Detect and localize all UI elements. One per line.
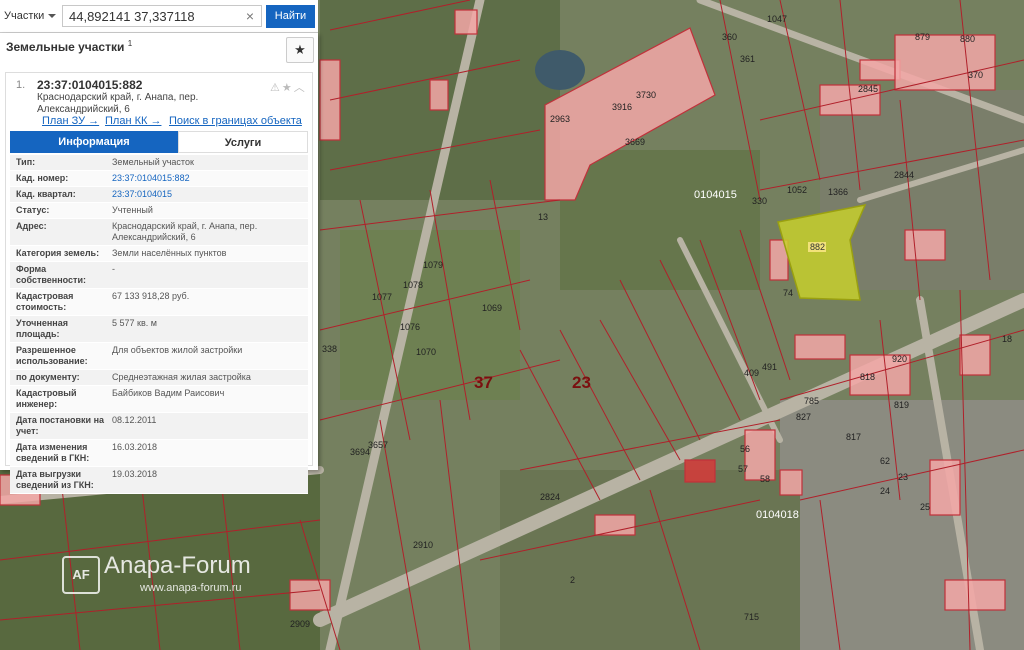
parcel-label: 2824 bbox=[540, 492, 560, 502]
watermark-title: Anapa-Forum bbox=[104, 552, 251, 579]
parcel-label: 2909 bbox=[290, 619, 310, 629]
attribute-table: Тип: Земельный участок Кад. номер: 23:37:0… bbox=[10, 155, 308, 494]
parcel-label: 1047 bbox=[767, 14, 787, 24]
parcel-label: 1077 bbox=[372, 292, 392, 302]
attribute-row: Дата изменения сведений в ГКН:16.03.2018 bbox=[10, 440, 308, 467]
result-card: 1. 23:37:0104015:882 Краснодарский край,… bbox=[5, 72, 313, 494]
attribute-row: Разрешенное использование:Для объектов ж… bbox=[10, 343, 308, 370]
parcel-label: 3669 bbox=[625, 137, 645, 147]
attribute-row: Тип: Земельный участок bbox=[10, 155, 308, 171]
find-button[interactable]: Найти bbox=[266, 5, 315, 28]
parcel-label: 2 bbox=[570, 575, 575, 585]
tab-information[interactable]: Информация bbox=[10, 131, 178, 153]
card-action-icons[interactable]: ⚠★︿ bbox=[270, 79, 307, 95]
attribute-row: Уточненная площадь:5 577 кв. м bbox=[10, 316, 308, 343]
parcel-label: 25 bbox=[920, 502, 930, 512]
parcel-label: 1079 bbox=[423, 260, 443, 270]
star-icon: ★ bbox=[294, 42, 306, 57]
parcel-label: 74 bbox=[783, 288, 793, 298]
parcel-label: 2963 bbox=[550, 114, 570, 124]
search-input[interactable] bbox=[62, 5, 262, 27]
cadastral-quarter-link[interactable]: 23:37:0104015 bbox=[112, 187, 297, 202]
parcel-label: 827 bbox=[796, 412, 811, 422]
parcel-label: 2910 bbox=[413, 540, 433, 550]
watermark-url: www.anapa-forum.ru bbox=[140, 582, 242, 594]
result-index: 1. bbox=[16, 79, 26, 91]
parcel-label: 409 bbox=[744, 368, 759, 378]
parcel-label: 817 bbox=[846, 432, 861, 442]
parcel-label: 920 bbox=[892, 354, 907, 364]
parcel-label: 3916 bbox=[612, 102, 632, 112]
parcel-label: 1076 bbox=[400, 322, 420, 332]
parcel-label: 13 bbox=[538, 212, 548, 222]
search-type-dropdown[interactable]: Участки bbox=[4, 5, 60, 27]
result-count: 1 bbox=[127, 39, 133, 48]
parcel-label: 361 bbox=[740, 54, 755, 64]
attribute-row: по документу: Среднеэтажная жилая застрой… bbox=[10, 370, 308, 386]
cadastral-number-link[interactable]: 23:37:0104015:882 bbox=[112, 171, 297, 186]
clear-icon[interactable]: × bbox=[242, 8, 258, 24]
parcel-label: 58 bbox=[760, 474, 770, 484]
parcel-label: 1070 bbox=[416, 347, 436, 357]
parcel-label: 360 bbox=[722, 32, 737, 42]
parcel-label: 818 bbox=[860, 372, 875, 382]
parcel-label: 491 bbox=[762, 362, 777, 372]
panel-title: Земельные участки 1 bbox=[6, 39, 133, 54]
parcel-label: 819 bbox=[894, 400, 909, 410]
attribute-row: Категория земель: Земли населённых пункто… bbox=[10, 246, 308, 262]
favorites-star-button[interactable]: ★ bbox=[286, 37, 314, 63]
quarter-label: 0104018 bbox=[756, 509, 799, 521]
parcel-label: 56 bbox=[740, 444, 750, 454]
watermark-logo: AF bbox=[62, 556, 100, 594]
parcel-label: 330 bbox=[752, 196, 767, 206]
search-type-label: Участки bbox=[4, 10, 45, 22]
district-label: 37 bbox=[474, 373, 493, 392]
attribute-row: Статус: Учтенный bbox=[10, 203, 308, 219]
parcel-label: 23 bbox=[898, 472, 908, 482]
parcel-label: 880 bbox=[960, 34, 975, 44]
attribute-row: Дата выгрузки сведений из ГКН:19.03.2018 bbox=[10, 467, 308, 494]
attribute-row: Кад. номер: 23:37:0104015:882 bbox=[10, 171, 308, 187]
attribute-row: Дата постановки на учет:08.12.2011 bbox=[10, 413, 308, 440]
parcel-label: 715 bbox=[744, 612, 759, 622]
search-bar: Участки × Найти bbox=[0, 0, 318, 33]
attribute-row: Форма собственности:- bbox=[10, 262, 308, 289]
parcel-label: 1078 bbox=[403, 280, 423, 290]
result-address: Краснодарский край, г. Анапа, пер. Алекс… bbox=[37, 92, 199, 115]
parcel-label: 24 bbox=[880, 486, 890, 496]
watermark: AF Anapa-Forum www.anapa-forum.ru bbox=[60, 552, 300, 602]
parcel-label: 62 bbox=[880, 456, 890, 466]
parcel-label: 57 bbox=[738, 464, 748, 474]
parcel-label: 879 bbox=[915, 32, 930, 42]
plan-zu-link[interactable]: План ЗУ → bbox=[42, 115, 99, 127]
quarter-label: 0104015 bbox=[694, 189, 737, 201]
parcel-label: 785 bbox=[804, 396, 819, 406]
parcel-label: 1052 bbox=[787, 185, 807, 195]
parcel-label: 370 bbox=[968, 70, 983, 80]
parcel-label: 1366 bbox=[828, 187, 848, 197]
tab-bar: Информация Услуги bbox=[10, 131, 308, 153]
parcel-label: 2844 bbox=[894, 170, 914, 180]
attribute-row: Кад. квартал: 23:37:0104015 bbox=[10, 187, 308, 203]
tab-services[interactable]: Услуги bbox=[178, 131, 308, 153]
parcel-label: 3730 bbox=[636, 90, 656, 100]
parcel-label: 2845 bbox=[858, 84, 878, 94]
plan-kk-link[interactable]: План КК → bbox=[105, 115, 161, 127]
attribute-row: Адрес: Краснодарский край, г. Анапа, пер.… bbox=[10, 219, 308, 246]
parcel-label: 338 bbox=[322, 344, 337, 354]
parcel-label: 18 bbox=[1002, 334, 1012, 344]
parcel-label: 1069 bbox=[482, 303, 502, 313]
parcel-label: 3657 bbox=[368, 440, 388, 450]
chevron-down-icon bbox=[48, 14, 57, 19]
attribute-row: Кадастровый инженер:Байбиков Вадим Раисо… bbox=[10, 386, 308, 413]
selected-parcel-label: 882 bbox=[810, 242, 825, 252]
attribute-row: Кадастровая стоимость:67 133 918,28 руб. bbox=[10, 289, 308, 316]
district-label: 23 bbox=[572, 373, 591, 392]
cadastral-number-title[interactable]: 23:37:0104015:882 bbox=[37, 78, 142, 92]
results-panel: Земельные участки 1 ★ 1. 23:37:0104015:8… bbox=[0, 33, 318, 494]
